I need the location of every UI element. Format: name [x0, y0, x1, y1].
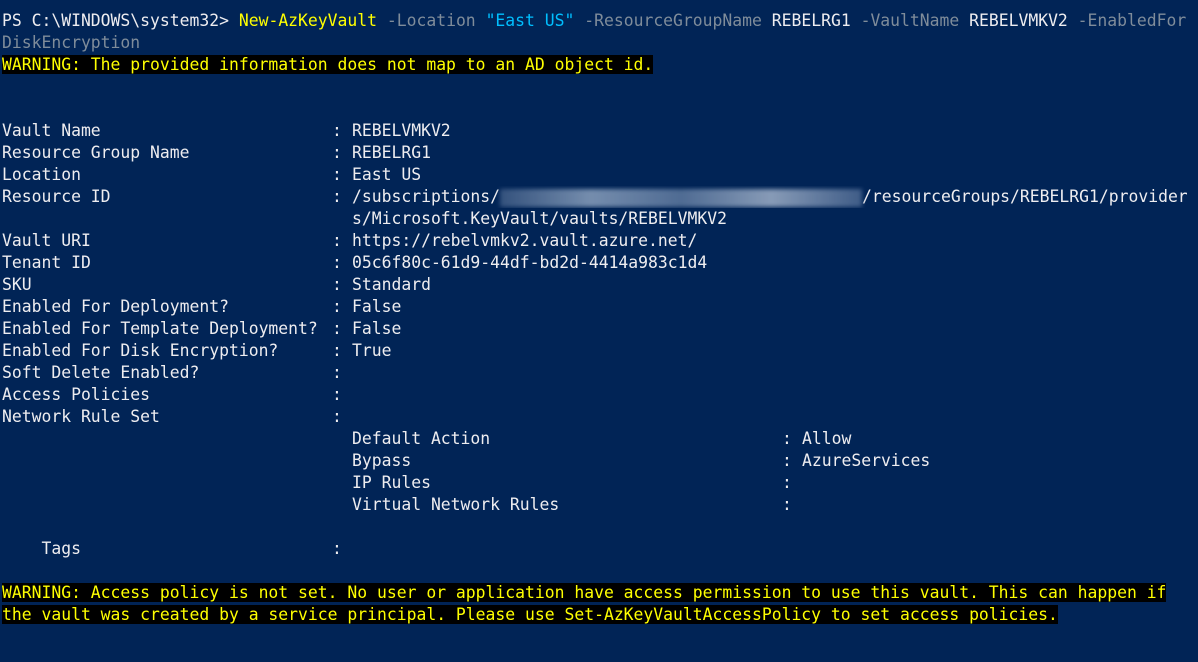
prop-label-tags: Tags	[41, 539, 81, 558]
prop-separator: :	[332, 407, 342, 426]
prop-separator: :	[332, 319, 342, 338]
command-line-wrap: DiskEncryption	[2, 33, 141, 52]
prop-value: REBELRG1	[352, 142, 431, 164]
prop-row-tenant-id: Tenant ID:05c6f80c-61d9-44df-bd2d-4414a9…	[2, 252, 1198, 274]
prop-value-text: REBELVMKV2	[352, 121, 451, 140]
network-rule-separator: :	[782, 495, 792, 514]
prop-label: Network Rule Set	[2, 407, 160, 426]
prop-label: Tenant ID	[2, 253, 91, 272]
prop-separator: :	[332, 165, 342, 184]
network-rule-separator: :	[782, 429, 792, 448]
prop-value-text: False	[352, 297, 402, 316]
warning-access-policy-line1: WARNING: Access policy is not set. No us…	[2, 582, 1198, 604]
prop-row-enabled-for-template-deployment: Enabled For Template Deployment?: False	[2, 318, 1198, 340]
prop-value: 05c6f80c-61d9-44df-bd2d-4414a983c1d4	[352, 252, 707, 274]
powershell-console[interactable]: PS C:\WINDOWS\system32> New-AzKeyVault -…	[0, 0, 1198, 662]
prop-row-tags: Tags :	[2, 538, 1198, 560]
prop-label: Vault URI	[2, 231, 91, 250]
value-resource-group: REBELRG1	[771, 11, 851, 30]
prop-separator: :	[332, 143, 342, 162]
prop-separator: :	[332, 297, 342, 316]
prop-separator: :	[332, 187, 342, 206]
prop-value: Standard	[352, 274, 431, 296]
prop-row-resource-group-name: Resource Group Name: REBELRG1	[2, 142, 1198, 164]
prop-value-text: https://rebelvmkv2.vault.azure.net/	[352, 231, 698, 250]
prop-value: REBELVMKV2	[352, 120, 451, 142]
prop-separator: :	[332, 341, 342, 360]
cmdlet-name: New-AzKeyVault	[238, 11, 377, 30]
prop-row-vault-name: Vault Name: REBELVMKV2	[2, 120, 1198, 142]
prop-label: Enabled For Deployment?	[2, 297, 229, 316]
prop-row-resource-id: Resource ID: /subscriptions/ /resourceGrou…	[2, 186, 1198, 208]
prop-value: False	[352, 318, 401, 340]
prop-value: East US	[352, 164, 421, 186]
warning-ad-object-text: WARNING: The provided information does n…	[2, 55, 654, 74]
prop-separator: :	[332, 231, 342, 250]
warning-access-policy-text1: WARNING: Access policy is not set. No us…	[2, 583, 1167, 602]
network-rule-row-bypass: Bypass: AzureServices	[2, 450, 1198, 472]
network-rule-label: Virtual Network Rules	[352, 495, 560, 514]
prop-row-network-rule-set: Network Rule Set:	[2, 406, 1198, 428]
command-line: PS C:\WINDOWS\system32> New-AzKeyVault -…	[2, 10, 1198, 32]
network-rule-separator: :	[782, 451, 792, 470]
prop-label: Vault Name	[2, 121, 101, 140]
redacted-subscription-id	[500, 188, 863, 207]
network-rule-value: AzureServices	[802, 451, 931, 470]
prop-value: True	[352, 340, 391, 362]
value-location: "East US"	[485, 11, 575, 30]
network-rule-label: Default Action	[352, 429, 491, 448]
prompt-prefix: PS C:\WINDOWS\system32>	[2, 11, 239, 30]
prop-value-continuation: s/Microsoft.KeyVault/vaults/REBELVMKV2	[352, 209, 727, 228]
network-rule-label: IP Rules	[352, 473, 431, 492]
prop-label: SKU	[2, 275, 32, 294]
prop-label: Location	[2, 165, 81, 184]
prop-label: Access Policies	[2, 385, 151, 404]
warning-ad-object: WARNING: The provided information does n…	[2, 54, 1198, 76]
prop-row-soft-delete-enabled: Soft Delete Enabled?:	[2, 362, 1198, 384]
prop-row-location: Location: East US	[2, 164, 1198, 186]
prop-separator: :	[332, 539, 342, 558]
prop-value-text: REBELRG1	[352, 143, 431, 162]
prop-value-text: East US	[352, 165, 422, 184]
prop-value-text: /subscriptions/	[352, 187, 501, 206]
prop-value: /subscriptions/ /resourceGroups/REBELRG1/…	[352, 186, 1188, 208]
prop-label: Soft Delete Enabled?	[2, 363, 200, 382]
prop-value-text: 05c6f80c-61d9-44df-bd2d-4414a983c1d4	[352, 253, 708, 272]
prop-row-enabled-for-disk-encryption: Enabled For Disk Encryption?: True	[2, 340, 1198, 362]
prop-value: https://rebelvmkv2.vault.azure.net/	[352, 230, 697, 252]
prop-label: Enabled For Disk Encryption?	[2, 341, 279, 360]
prop-value-suffix: /resourceGroups/REBELRG1/provider	[862, 187, 1188, 206]
warning-access-policy-line2: the vault was created by a service princ…	[2, 604, 1198, 626]
network-rule-row-virtual-network-rules: Virtual Network Rules:	[2, 494, 1198, 516]
param-enabled-for: -EnabledFor	[1067, 11, 1187, 30]
prop-label: Resource ID	[2, 187, 111, 206]
prop-label: Enabled For Template Deployment?	[2, 319, 318, 338]
network-rule-row-default-action: Default Action: Allow	[2, 428, 1198, 450]
prop-separator: :	[332, 275, 342, 294]
param-vault-name: -VaultName	[850, 11, 970, 30]
prop-separator: :	[332, 385, 342, 404]
network-rule-label: Bypass	[352, 451, 412, 470]
network-rule-value: Allow	[802, 429, 852, 448]
prop-row-enabled-for-deployment: Enabled For Deployment?: False	[2, 296, 1198, 318]
prop-separator: :	[332, 363, 342, 382]
prop-separator: :	[332, 253, 342, 272]
prop-row-continuation: s/Microsoft.KeyVault/vaults/REBELVMKV2	[2, 208, 1198, 230]
prop-label: Resource Group Name	[2, 143, 190, 162]
prop-row-sku: SKU: Standard	[2, 274, 1198, 296]
param-resource-group: -ResourceGroupName	[574, 11, 772, 30]
prop-separator: :	[332, 121, 342, 140]
prop-value-text: Standard	[352, 275, 431, 294]
value-vault-name: REBELVMKV2	[969, 11, 1068, 30]
prop-value-text: True	[352, 341, 392, 360]
prop-row-access-policies: Access Policies:	[2, 384, 1198, 406]
network-rule-row-ip-rules: IP Rules:	[2, 472, 1198, 494]
prop-value: False	[352, 296, 401, 318]
param-location: -Location	[377, 11, 486, 30]
network-rule-separator: :	[782, 473, 792, 492]
prop-value-text: False	[352, 319, 402, 338]
prop-row-vault-uri: Vault URI: https://rebelvmkv2.vault.azure…	[2, 230, 1198, 252]
warning-access-policy-text2: the vault was created by a service princ…	[2, 605, 1058, 624]
